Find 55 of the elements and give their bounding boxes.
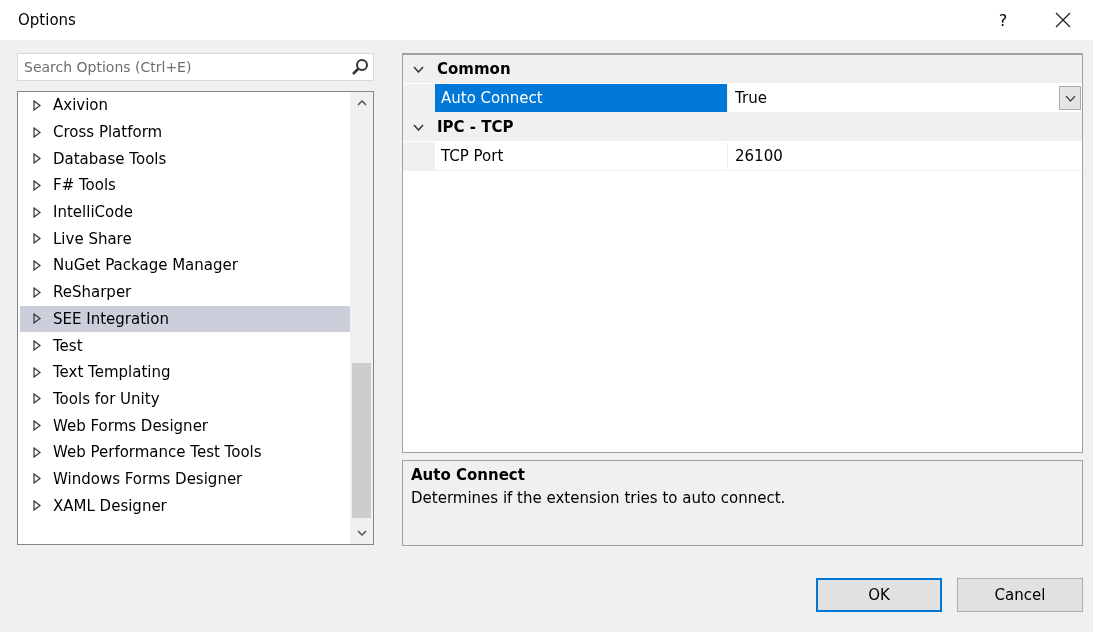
category-name: Common [437,60,511,78]
search-input[interactable]: Search Options (Ctrl+E) [24,59,351,75]
close-icon[interactable] [1055,12,1071,28]
tree-item[interactable]: F# Tools [20,172,350,199]
property-value[interactable]: True [735,89,1059,107]
tree-item[interactable]: Cross Platform [20,118,350,146]
tree-item[interactable]: Web Forms Designer [20,412,350,439]
help-button[interactable]: ? [991,6,1015,34]
expand-arrow-icon[interactable] [33,206,41,218]
expand-arrow-icon[interactable] [33,126,41,138]
search-field[interactable]: Search Options (Ctrl+E) [17,53,374,81]
tree-item[interactable]: Axivion [20,92,350,119]
scroll-down-icon[interactable] [356,530,367,536]
expand-arrow-icon[interactable] [33,500,41,512]
expand-arrow-icon[interactable] [33,179,41,191]
tree-item[interactable]: Database Tools [20,145,350,173]
scrollbar[interactable] [350,92,373,544]
dialog-button[interactable]: Cancel [957,578,1083,612]
expand-arrow-icon[interactable] [33,366,41,378]
tree-item[interactable]: XAML Designer [20,492,350,519]
expand-arrow-icon[interactable] [33,313,41,325]
expand-arrow-icon[interactable] [33,153,41,165]
tree-item[interactable]: Live Share [20,225,350,253]
search-icon [351,58,369,76]
chevron-down-icon [1064,94,1076,102]
tree-item[interactable]: Text Templating [20,358,350,386]
tree-item[interactable]: Tools for Unity [20,385,350,413]
expand-arrow-icon[interactable] [33,446,41,458]
expand-arrow-icon[interactable] [33,340,41,352]
property-name[interactable]: Auto Connect [435,84,728,112]
category-name: IPC - TCP [437,118,514,136]
tree-item[interactable]: Test [20,332,350,359]
tree-item[interactable]: ReSharper [20,278,350,306]
expand-arrow-icon[interactable] [33,473,41,485]
dropdown-button[interactable] [1059,86,1081,110]
scroll-up-icon[interactable] [356,100,367,106]
tree-item[interactable]: SEE Integration [20,305,350,333]
expand-arrow-icon[interactable] [33,233,41,245]
window-title: Options [18,11,77,29]
scroll-thumb[interactable] [352,363,371,518]
dialog-button[interactable]: OK [816,578,942,612]
description-title: Auto Connect [411,466,526,484]
expand-arrow-icon[interactable] [33,393,41,405]
tree-item[interactable]: NuGet Package Manager [20,252,350,279]
chevron-icon[interactable] [412,65,424,73]
expand-arrow-icon[interactable] [33,286,41,298]
expand-arrow-icon[interactable] [33,99,41,111]
description-text: Determines if the extension tries to auto connect. [411,489,787,507]
tree-item[interactable]: Windows Forms Designer [20,465,350,493]
property-value[interactable]: 26100 [735,147,1082,165]
tree-item[interactable]: Web Performance Test Tools [20,438,350,466]
chevron-icon[interactable] [412,123,424,131]
tree-item[interactable]: IntelliCode [20,198,350,226]
expand-arrow-icon[interactable] [33,259,41,271]
expand-arrow-icon[interactable] [33,420,41,432]
